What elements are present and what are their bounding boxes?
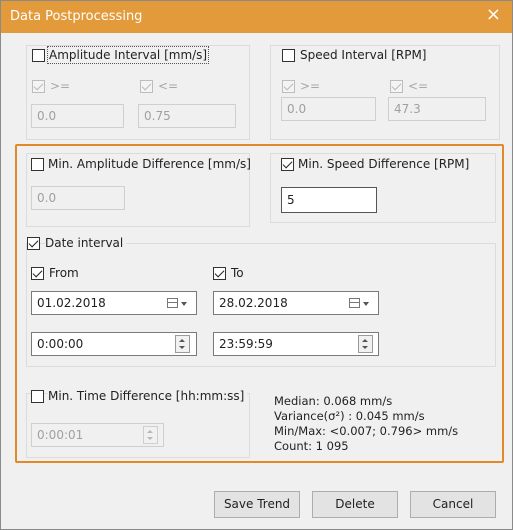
amplitude-interval-checkbox[interactable] — [32, 49, 45, 62]
speed-le-input[interactable]: 47.3 — [388, 97, 486, 121]
to-label: To — [231, 266, 244, 280]
min-time-difference-checkbox[interactable] — [31, 390, 44, 403]
median-text: Median: 0.068 mm/s — [274, 394, 393, 408]
from-time-spinner[interactable] — [175, 335, 190, 353]
speed-interval-checkbox[interactable] — [282, 49, 295, 62]
close-icon[interactable]: × — [486, 6, 501, 24]
amplitude-ge-input[interactable]: 0.0 — [31, 104, 124, 128]
minmax-text: Min/Max: <0.007; 0.796> mm/s — [274, 424, 459, 438]
cancel-button[interactable]: Cancel — [410, 491, 496, 518]
title-bar[interactable]: Data Postprocessing × — [1, 1, 512, 33]
speed-le-label: <= — [408, 79, 429, 93]
to-time-value: 23:59:59 — [219, 337, 273, 351]
delete-button[interactable]: Delete — [312, 491, 398, 518]
speed-interval-label: Speed Interval [RPM] — [300, 48, 427, 62]
count-text: Count: 1 095 — [274, 439, 349, 453]
to-calendar-icon[interactable] — [349, 296, 373, 312]
speed-ge-input[interactable]: 0.0 — [281, 97, 376, 121]
data-postprocessing-dialog: Data Postprocessing × Amplitude Interval… — [0, 0, 513, 530]
amplitude-le-input[interactable]: 0.75 — [138, 104, 236, 128]
min-time-difference-spinner[interactable] — [143, 426, 158, 444]
min-time-difference-label: Min. Time Difference [hh:mm:ss] — [48, 389, 248, 403]
date-interval-checkbox[interactable] — [27, 237, 40, 250]
speed-ge-label: >= — [300, 79, 321, 93]
from-date-value: 01.02.2018 — [37, 296, 106, 310]
min-speed-difference-input[interactable]: 5 — [281, 187, 377, 213]
min-speed-difference-checkbox[interactable] — [281, 158, 294, 171]
amplitude-le-checkbox[interactable] — [140, 80, 153, 93]
to-checkbox[interactable] — [213, 267, 226, 280]
to-time-input[interactable]: 23:59:59 — [213, 332, 379, 356]
statistics-panel: Median: 0.068 mm/s Variance(σ²) : 0.045 … — [274, 394, 458, 454]
from-time-input[interactable]: 0:00:00 — [31, 332, 197, 356]
variance-text: Variance(σ²) : 0.045 mm/s — [274, 409, 425, 423]
to-time-spinner[interactable] — [358, 335, 373, 353]
window-title: Data Postprocessing — [10, 9, 143, 24]
amplitude-interval-label[interactable]: Amplitude Interval [mm/s] — [46, 46, 210, 64]
from-calendar-icon[interactable] — [167, 296, 191, 312]
amplitude-ge-checkbox[interactable] — [32, 80, 45, 93]
min-amplitude-difference-checkbox[interactable] — [31, 158, 44, 171]
min-speed-difference-label: Min. Speed Difference [RPM] — [298, 157, 470, 171]
from-label: From — [49, 266, 79, 280]
min-amplitude-difference-label: Min. Amplitude Difference [mm/s] — [48, 157, 251, 171]
speed-ge-checkbox[interactable] — [282, 80, 295, 93]
min-time-difference-value: 0:00:01 — [37, 428, 84, 442]
from-time-value: 0:00:00 — [37, 337, 84, 351]
speed-le-checkbox[interactable] — [390, 80, 403, 93]
from-checkbox[interactable] — [31, 267, 44, 280]
amplitude-ge-label: >= — [50, 79, 71, 93]
to-date-value: 28.02.2018 — [219, 296, 288, 310]
save-trend-button[interactable]: Save Trend — [214, 491, 300, 518]
date-interval-label: Date interval — [45, 236, 127, 250]
amplitude-le-label: <= — [158, 79, 179, 93]
min-amplitude-difference-input[interactable]: 0.0 — [31, 186, 125, 210]
